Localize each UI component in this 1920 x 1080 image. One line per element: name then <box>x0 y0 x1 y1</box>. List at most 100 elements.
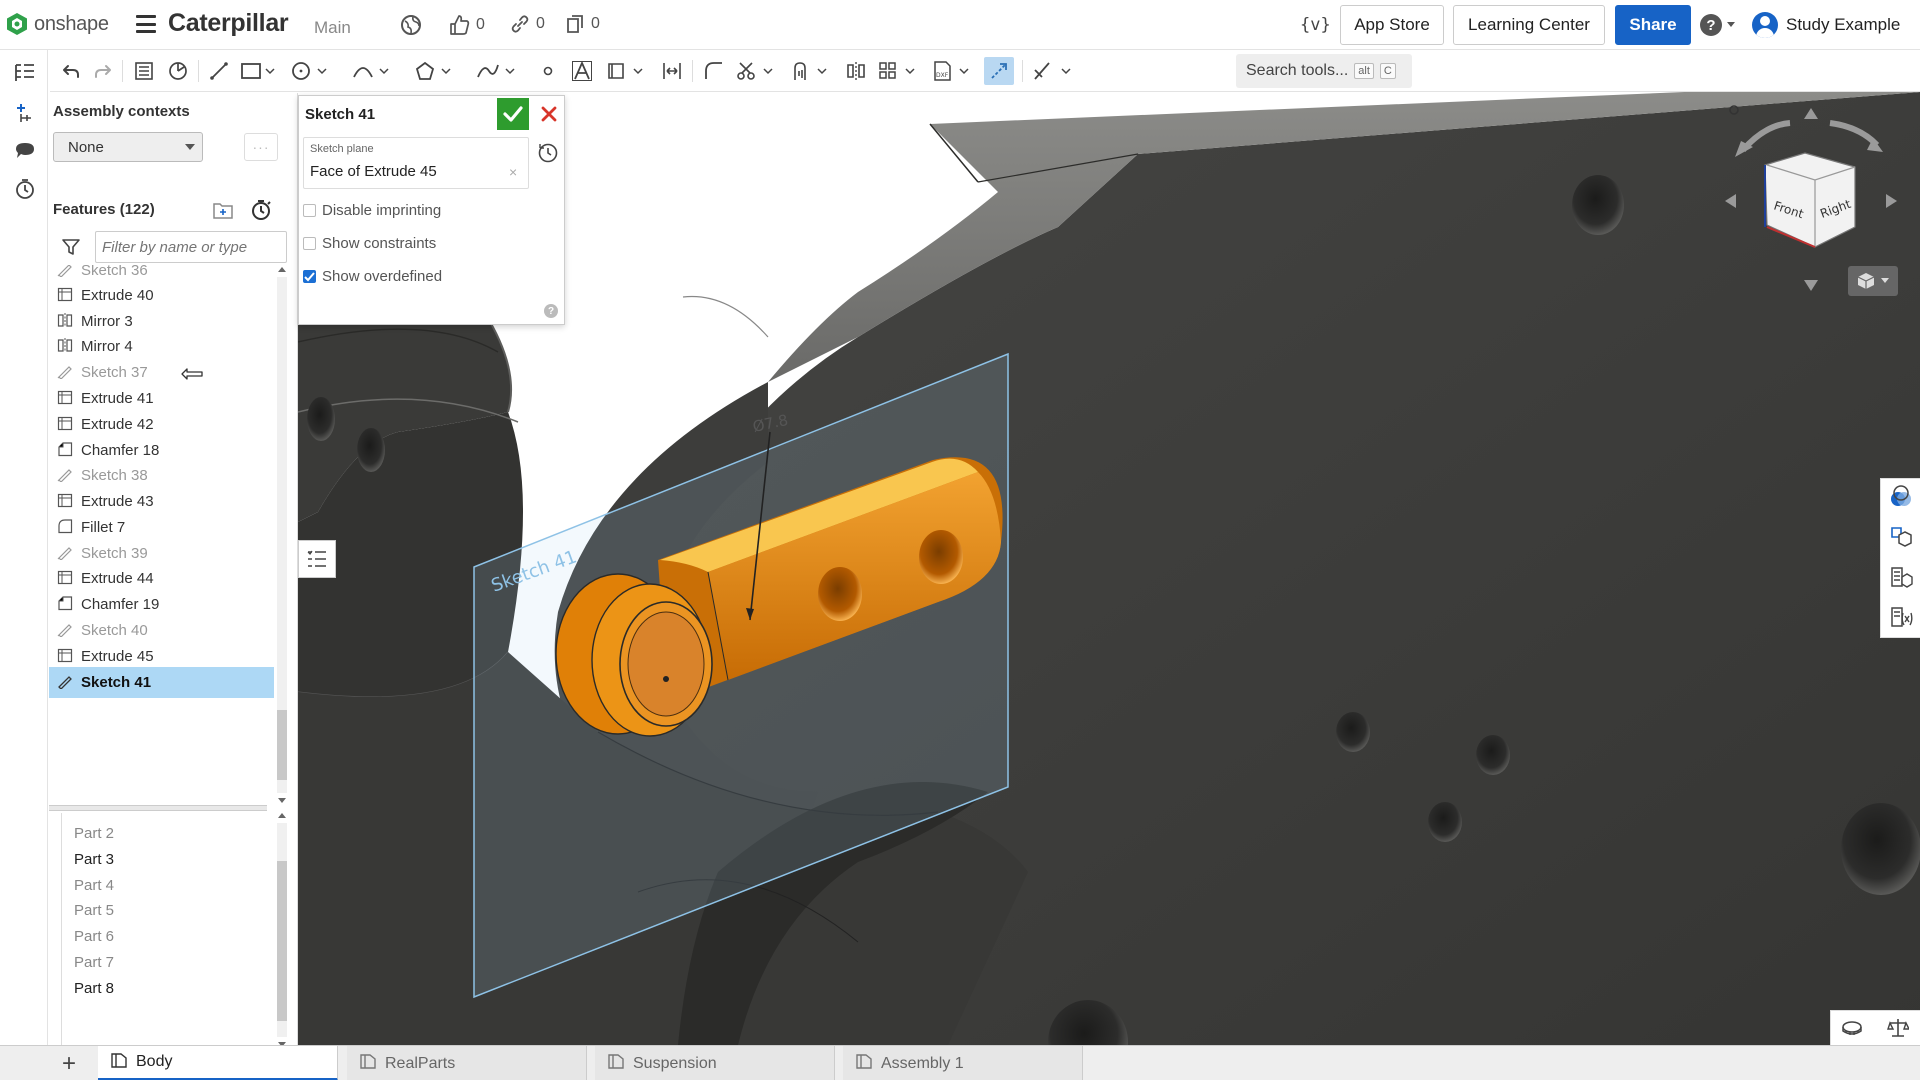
disable-imprinting-checkbox[interactable]: Disable imprinting <box>303 202 441 219</box>
arc-icon[interactable] <box>350 57 392 85</box>
rollback-bar-arrow-icon[interactable] <box>181 367 203 383</box>
checkbox-box <box>303 237 316 250</box>
insert-part-icon[interactable] <box>12 100 38 126</box>
add-folder-icon[interactable] <box>212 200 234 223</box>
document-name[interactable]: Caterpillar <box>168 9 289 38</box>
public-globe-icon[interactable] <box>400 14 422 36</box>
rollback-timer-icon[interactable] <box>250 199 272 224</box>
show-overdefined-label: Show overdefined <box>322 268 443 285</box>
panel-splitter[interactable] <box>49 805 267 811</box>
show-overdefined-checkbox[interactable]: Show overdefined <box>303 268 442 285</box>
history-icon[interactable] <box>537 142 559 167</box>
part-item[interactable]: Part 1 <box>74 813 114 816</box>
bracket-hole <box>919 530 963 584</box>
link-counter[interactable]: 0 <box>510 14 545 34</box>
onshape-logo[interactable]: onshape <box>6 12 109 36</box>
dialog-help-icon[interactable]: ? <box>544 304 558 318</box>
variables-icon[interactable]: {v} <box>1300 15 1331 35</box>
feature-list-icon[interactable] <box>130 57 158 85</box>
fillet-icon <box>57 518 73 538</box>
line-icon[interactable] <box>206 57 232 85</box>
sketch-inference-icon[interactable] <box>1030 57 1076 85</box>
part-item[interactable]: Part 4 <box>74 877 114 894</box>
show-constraints-checkbox[interactable]: Show constraints <box>303 235 436 252</box>
extrude-icon <box>57 389 73 409</box>
spline-icon[interactable] <box>474 57 518 85</box>
feature-filter-input[interactable] <box>95 231 287 263</box>
dxf-import-icon[interactable]: DXF <box>930 57 974 85</box>
search-tools-input[interactable]: Search tools... alt C <box>1236 54 1412 88</box>
dimension-icon[interactable] <box>658 57 686 85</box>
redo-icon[interactable] <box>90 57 116 85</box>
copy-icon <box>567 15 583 33</box>
image-icon[interactable] <box>604 57 648 85</box>
part-item[interactable]: Part 3 <box>74 851 114 868</box>
share-button[interactable]: Share <box>1615 5 1691 45</box>
body-hole <box>1572 175 1624 235</box>
feature-label: Extrude 43 <box>81 493 154 510</box>
feature-toolbar: DXF Search tools... alt C <box>50 50 1920 92</box>
assembly-context-select[interactable]: None <box>53 132 203 162</box>
point-icon[interactable] <box>538 57 558 85</box>
filter-icon[interactable] <box>61 238 81 259</box>
sketch-plane-value: Face of Extrude 45 <box>310 163 437 180</box>
circle-icon[interactable] <box>288 57 330 85</box>
rotate-right-arrow <box>1829 120 1880 148</box>
branch-name[interactable]: Main <box>314 18 351 38</box>
accept-button[interactable] <box>497 98 529 130</box>
mass-properties-icon[interactable] <box>1887 523 1915 551</box>
comments-icon[interactable] <box>12 138 38 164</box>
copy-counter[interactable]: 0 <box>565 14 600 34</box>
measure-icon[interactable] <box>1841 1019 1863 1037</box>
fillet-sketch-icon[interactable] <box>700 57 728 85</box>
bill-of-materials-icon[interactable] <box>1887 563 1915 591</box>
view-mode-button[interactable] <box>1848 266 1898 296</box>
part-item[interactable]: Part 8 <box>74 980 114 997</box>
thumbs-up-icon <box>450 15 470 35</box>
more-options-button[interactable]: ··· <box>244 133 278 161</box>
learning-center-button[interactable]: Learning Center <box>1453 5 1605 45</box>
main-menu-button[interactable] <box>136 15 156 33</box>
construction-icon[interactable] <box>984 57 1014 85</box>
variable-studio-icon[interactable] <box>164 57 192 85</box>
part-item[interactable]: Part 5 <box>74 902 114 919</box>
appearance-icon[interactable] <box>1887 483 1915 511</box>
clear-selection-icon[interactable]: × <box>509 164 517 180</box>
undo-icon[interactable] <box>58 57 84 85</box>
document-tab[interactable]: Assembly 1 <box>843 1046 1083 1080</box>
pattern-icon[interactable] <box>876 57 920 85</box>
history-icon[interactable] <box>12 176 38 202</box>
configurations-icon[interactable] <box>1887 603 1915 631</box>
copy-count: 0 <box>591 15 600 32</box>
feature-list-scrollbar[interactable] <box>277 265 287 805</box>
part-item[interactable]: Part 6 <box>74 928 114 945</box>
trim-icon[interactable] <box>734 57 778 85</box>
feature-item[interactable]: Sketch 41 <box>49 667 274 698</box>
rectangle-icon[interactable] <box>238 57 278 85</box>
help-menu[interactable]: ? <box>1700 14 1736 36</box>
document-tab[interactable]: Body <box>98 1046 338 1080</box>
document-tab[interactable]: RealParts <box>347 1046 587 1080</box>
balance-icon[interactable] <box>1887 1017 1909 1039</box>
cancel-button[interactable] <box>535 98 563 130</box>
shortcut-c-key: C <box>1379 63 1396 79</box>
text-icon[interactable] <box>568 57 596 85</box>
part-studio-icon <box>359 1052 377 1075</box>
feature-tree-icon[interactable] <box>12 60 38 86</box>
sketch-list-toggle[interactable] <box>298 540 336 578</box>
user-menu[interactable]: Study Example <box>1752 12 1900 38</box>
sketch-plane-field[interactable]: Sketch plane Face of Extrude 45 × <box>303 137 529 189</box>
document-tab[interactable]: Suspension <box>595 1046 835 1080</box>
app-store-button[interactable]: App Store <box>1340 5 1444 45</box>
part-item[interactable]: Part 2 <box>74 825 114 842</box>
use-project-icon[interactable] <box>788 57 832 85</box>
like-counter[interactable]: 0 <box>448 14 485 36</box>
view-right-arrow <box>1886 194 1897 208</box>
add-tab-button[interactable]: + <box>54 1049 84 1079</box>
feature-label: Sketch 39 <box>81 545 148 562</box>
mirror-sketch-icon[interactable] <box>842 57 870 85</box>
avatar <box>1752 12 1778 38</box>
polygon-icon[interactable] <box>412 57 454 85</box>
parts-list-scrollbar[interactable] <box>277 811 287 1049</box>
part-item[interactable]: Part 7 <box>74 954 114 971</box>
